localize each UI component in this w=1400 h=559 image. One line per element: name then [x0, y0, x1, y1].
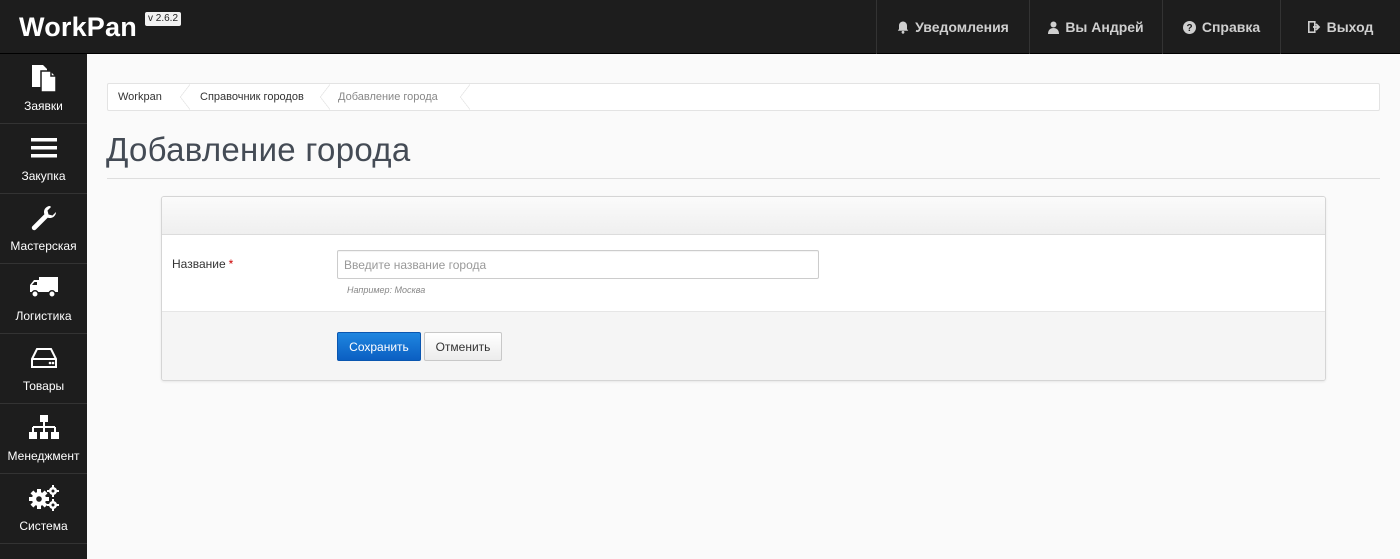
gears-icon [28, 483, 60, 513]
name-field-label: Название * [172, 257, 233, 271]
cancel-button[interactable]: Отменить [424, 332, 502, 361]
svg-text:?: ? [1186, 23, 1192, 34]
sidebar-item-workshop[interactable]: Мастерская [0, 194, 87, 264]
breadcrumb: Workpan Справочник городов Добавление го… [107, 83, 1380, 111]
name-help-text: Например: Москва [347, 285, 426, 295]
sidebar-item-label: Логистика [15, 309, 72, 323]
notifications-label: Уведомления [915, 19, 1009, 35]
documents-icon [30, 63, 58, 93]
user-label: Вы Андрей [1065, 19, 1144, 35]
name-label-text: Название [172, 257, 226, 271]
save-button[interactable]: Сохранить [337, 332, 421, 361]
sidebar-item-goods[interactable]: Товары [0, 334, 87, 404]
breadcrumb-home[interactable]: Workpan [108, 84, 190, 110]
logout-label: Выход [1326, 19, 1374, 35]
help-label: Справка [1201, 19, 1261, 35]
question-icon: ? [1182, 20, 1196, 34]
sidebar-item-purchasing[interactable]: Закупка [0, 124, 87, 194]
sidebar-item-logistics[interactable]: Логистика [0, 264, 87, 334]
sidebar: Заявки Закупка Мастерская Логистика Това… [0, 54, 87, 559]
list-icon [30, 133, 57, 163]
hdd-icon [30, 343, 57, 373]
page-title: Добавление города [106, 131, 411, 168]
truck-icon [29, 273, 59, 303]
breadcrumb-current: Добавление города [330, 84, 470, 110]
help-link[interactable]: ? Справка [1162, 0, 1280, 54]
notifications-link[interactable]: Уведомления [876, 0, 1029, 54]
sidebar-item-label: Мастерская [10, 239, 77, 253]
sidebar-item-label: Менеджмент [7, 449, 80, 463]
panel-header [162, 197, 1325, 235]
breadcrumb-cities[interactable]: Справочник городов [190, 84, 330, 110]
sidebar-item-label: Товары [22, 379, 65, 393]
sidebar-item-system[interactable]: Система [0, 474, 87, 544]
form-actions: Сохранить Отменить [162, 311, 1325, 380]
logout-link[interactable]: Выход [1280, 0, 1400, 54]
top-navbar: WorkPan v 2.6.2 Уведомления Вы Андрей ? … [0, 0, 1400, 54]
logout-icon [1307, 21, 1321, 33]
wrench-icon [30, 203, 58, 233]
panel-body: Название* Например: Москва [162, 235, 1325, 311]
user-icon [1048, 21, 1060, 34]
top-nav: Уведомления Вы Андрей ? Справка Выход [876, 0, 1400, 54]
sidebar-item-label: Закупка [21, 169, 66, 183]
sidebar-item-label: Заявки [24, 99, 63, 113]
version-badge: v 2.6.2 [145, 12, 182, 26]
sidebar-item-management[interactable]: Менеджмент [0, 404, 87, 474]
city-name-input[interactable] [337, 250, 819, 279]
sitemap-icon [28, 413, 59, 443]
title-divider [107, 178, 1380, 179]
bell-icon [897, 21, 909, 34]
user-menu[interactable]: Вы Андрей [1029, 0, 1162, 54]
required-mark: * [228, 257, 234, 271]
form-panel: Название* Например: Москва Сохранить Отм… [161, 196, 1326, 381]
sidebar-item-label: Система [19, 519, 68, 533]
app-brand[interactable]: WorkPan [19, 12, 137, 43]
sidebar-item-requests[interactable]: Заявки [0, 54, 87, 124]
